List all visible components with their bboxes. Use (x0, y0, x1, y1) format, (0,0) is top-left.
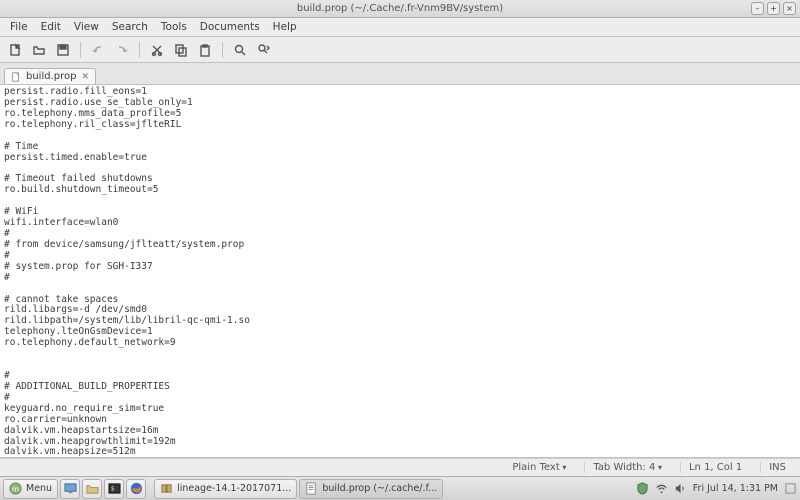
firefox-launcher[interactable] (126, 479, 146, 499)
toolbar (0, 37, 800, 63)
save-file-button[interactable] (52, 40, 74, 60)
taskbar-item-label: lineage-14.1-2017071... (177, 483, 291, 494)
menu-view[interactable]: View (68, 19, 105, 35)
folder-icon (86, 482, 99, 495)
desktop-taskbar: m Menu $ lineage-14.1-2017071... build.p… (0, 476, 800, 500)
text-editor-icon (305, 482, 318, 495)
menubar: File Edit View Search Tools Documents He… (0, 18, 800, 37)
document-icon (11, 72, 21, 82)
tab-bar: build.prop ✕ (0, 63, 800, 85)
menu-search[interactable]: Search (106, 19, 154, 35)
toolbar-separator (80, 42, 81, 58)
cut-button[interactable] (146, 40, 168, 60)
file-manager-launcher[interactable] (82, 479, 102, 499)
menu-file[interactable]: File (4, 19, 34, 35)
find-replace-button[interactable] (253, 40, 275, 60)
mint-menu-icon: m (9, 482, 22, 495)
window-titlebar: build.prop (~/.Cache/.fr-Vnm9BV/system) … (0, 0, 800, 18)
terminal-icon: $ (108, 482, 121, 495)
start-menu-label: Menu (26, 483, 52, 494)
taskbar-item-label: build.prop (~/.cache/.f... (322, 483, 437, 494)
shield-icon[interactable] (636, 482, 649, 495)
undo-icon (91, 43, 105, 57)
paste-button[interactable] (194, 40, 216, 60)
open-folder-icon (32, 43, 46, 57)
copy-icon (174, 43, 188, 57)
volume-icon[interactable] (674, 482, 687, 495)
save-icon (56, 43, 70, 57)
taskbar-item-archive[interactable]: lineage-14.1-2017071... (154, 479, 297, 499)
desktop-icon (64, 482, 77, 495)
session-icon[interactable] (784, 482, 797, 495)
system-tray: Fri Jul 14, 1:31 PM (636, 482, 797, 495)
search-icon (233, 43, 247, 57)
paste-icon (198, 43, 212, 57)
tab-build-prop[interactable]: build.prop ✕ (4, 68, 96, 84)
redo-button[interactable] (111, 40, 133, 60)
svg-text:m: m (12, 484, 19, 493)
new-file-button[interactable] (4, 40, 26, 60)
svg-text:$: $ (110, 484, 114, 492)
window-minimize-button[interactable]: – (751, 2, 764, 15)
terminal-launcher[interactable]: $ (104, 479, 124, 499)
open-file-button[interactable] (28, 40, 50, 60)
taskbar-item-editor[interactable]: build.prop (~/.cache/.f... (299, 479, 443, 499)
menu-help[interactable]: Help (267, 19, 303, 35)
tab-close-button[interactable]: ✕ (81, 72, 89, 82)
archive-icon (160, 482, 173, 495)
show-desktop-button[interactable] (60, 479, 80, 499)
toolbar-separator (222, 42, 223, 58)
network-icon[interactable] (655, 482, 668, 495)
toolbar-separator (139, 42, 140, 58)
text-editor-area[interactable]: persist.radio.fill_eons=1 persist.radio.… (0, 85, 800, 458)
find-button[interactable] (229, 40, 251, 60)
menu-documents[interactable]: Documents (194, 19, 266, 35)
copy-button[interactable] (170, 40, 192, 60)
start-menu-button[interactable]: m Menu (3, 479, 58, 499)
taskbar-clock[interactable]: Fri Jul 14, 1:31 PM (693, 483, 778, 494)
menu-tools[interactable]: Tools (155, 19, 193, 35)
cut-icon (150, 43, 164, 57)
window-close-button[interactable]: × (783, 2, 796, 15)
find-replace-icon (257, 43, 271, 57)
menu-edit[interactable]: Edit (35, 19, 67, 35)
window-title: build.prop (~/.Cache/.fr-Vnm9BV/system) (0, 3, 800, 14)
status-cursor-position: Ln 1, Col 1 (680, 462, 750, 473)
status-language-selector[interactable]: Plain Text (504, 462, 574, 473)
status-tab-width-selector[interactable]: Tab Width: 4 (584, 462, 670, 473)
editor-statusbar: Plain Text Tab Width: 4 Ln 1, Col 1 INS (0, 458, 800, 476)
tab-label: build.prop (26, 71, 76, 82)
status-insert-mode[interactable]: INS (760, 462, 794, 473)
new-file-icon (8, 43, 22, 57)
firefox-icon (130, 482, 143, 495)
redo-icon (115, 43, 129, 57)
window-maximize-button[interactable]: + (767, 2, 780, 15)
undo-button[interactable] (87, 40, 109, 60)
